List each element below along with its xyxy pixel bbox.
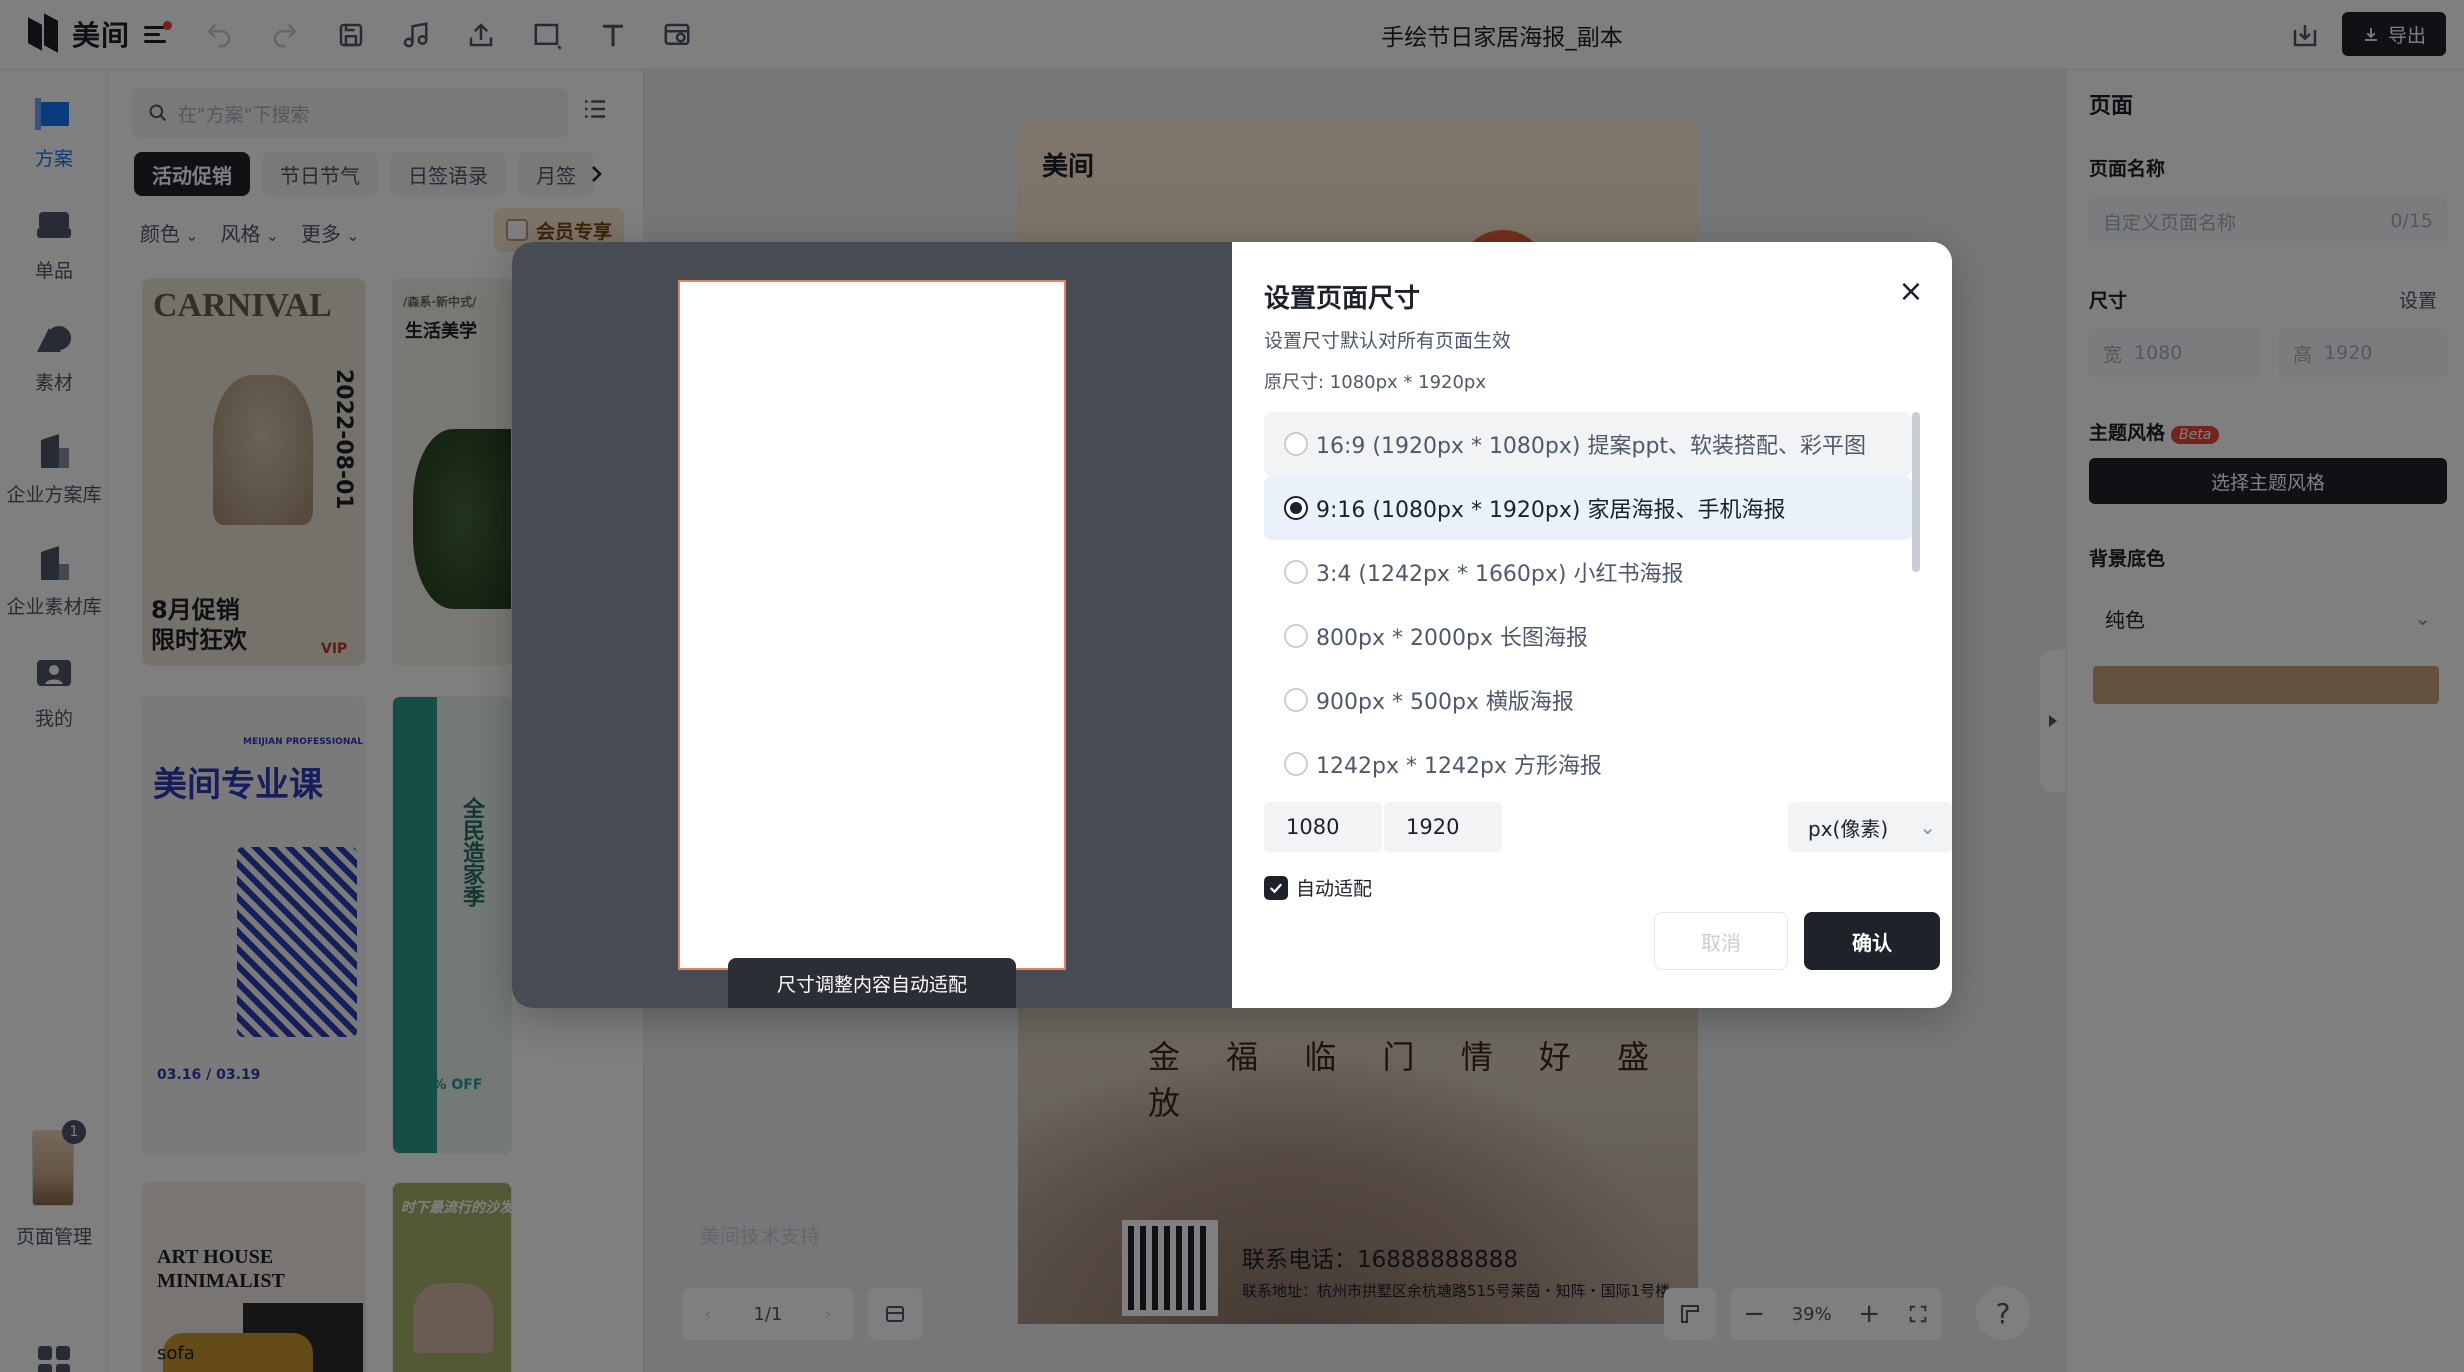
size-option-square-poster[interactable]: 1242px * 1242px 方形海报 <box>1264 732 1912 796</box>
size-option-3-4[interactable]: 3:4 (1242px * 1660px) 小红书海报 <box>1264 540 1912 604</box>
unit-select[interactable]: px(像素) ⌄ <box>1788 802 1952 852</box>
radio-button[interactable] <box>1284 432 1308 456</box>
size-option-label: 1242px * 1242px 方形海报 <box>1316 754 1602 779</box>
custom-width-input[interactable]: 1080 <box>1264 802 1382 852</box>
confirm-button[interactable]: 确认 <box>1804 912 1940 970</box>
dialog-subtitle: 设置尺寸默认对所有页面生效 <box>1264 330 1512 352</box>
radio-button[interactable] <box>1284 560 1308 584</box>
chevron-down-icon: ⌄ <box>1919 815 1936 839</box>
cancel-button[interactable]: 取消 <box>1654 912 1788 970</box>
preview-page <box>678 280 1066 970</box>
size-option-16-9[interactable]: 16:9 (1920px * 1080px) 提案ppt、软装搭配、彩平图 <box>1264 412 1912 476</box>
size-option-label: 3:4 (1242px * 1660px) 小红书海报 <box>1316 562 1684 587</box>
size-option-long-poster[interactable]: 800px * 2000px 长图海报 <box>1264 604 1912 668</box>
auto-fit-option[interactable]: 自动适配 <box>1264 874 1372 901</box>
radio-button-selected[interactable] <box>1284 496 1308 520</box>
size-option-list: 16:9 (1920px * 1080px) 提案ppt、软装搭配、彩平图 9:… <box>1264 412 1912 796</box>
unit-value: px(像素) <box>1808 816 1889 841</box>
custom-height-input[interactable]: 1920 <box>1384 802 1502 852</box>
auto-fit-checkbox[interactable] <box>1264 875 1288 900</box>
radio-button[interactable] <box>1284 624 1308 648</box>
size-option-landscape-poster[interactable]: 900px * 500px 横版海报 <box>1264 668 1912 732</box>
size-option-label: 800px * 2000px 长图海报 <box>1316 626 1588 651</box>
check-icon <box>1269 882 1283 893</box>
size-option-label: 900px * 500px 横版海报 <box>1316 690 1574 715</box>
size-settings: 设置页面尺寸 × 设置尺寸默认对所有页面生效 原尺寸: 1080px * 192… <box>1232 242 1952 1008</box>
page-size-dialog: 尺寸调整内容自动适配 设置页面尺寸 × 设置尺寸默认对所有页面生效 原尺寸: 1… <box>512 242 1952 1008</box>
original-size: 原尺寸: 1080px * 1920px <box>1264 372 1487 393</box>
size-option-label: 16:9 (1920px * 1080px) 提案ppt、软装搭配、彩平图 <box>1316 434 1867 459</box>
preview-tip: 尺寸调整内容自动适配 <box>728 958 1016 1008</box>
radio-button[interactable] <box>1284 688 1308 712</box>
size-option-label: 9:16 (1080px * 1920px) 家居海报、手机海报 <box>1316 498 1786 523</box>
dialog-title: 设置页面尺寸 <box>1264 284 1421 314</box>
size-preview: 尺寸调整内容自动适配 <box>512 242 1232 1008</box>
custom-size-row: 1080 1920 px(像素) ⌄ <box>1264 802 1952 854</box>
close-icon[interactable]: × <box>1896 274 1926 309</box>
size-option-9-16[interactable]: 9:16 (1080px * 1920px) 家居海报、手机海报 <box>1264 476 1912 540</box>
option-list-scrollbar[interactable] <box>1912 412 1920 572</box>
radio-button[interactable] <box>1284 752 1308 776</box>
auto-fit-label: 自动适配 <box>1296 878 1373 900</box>
